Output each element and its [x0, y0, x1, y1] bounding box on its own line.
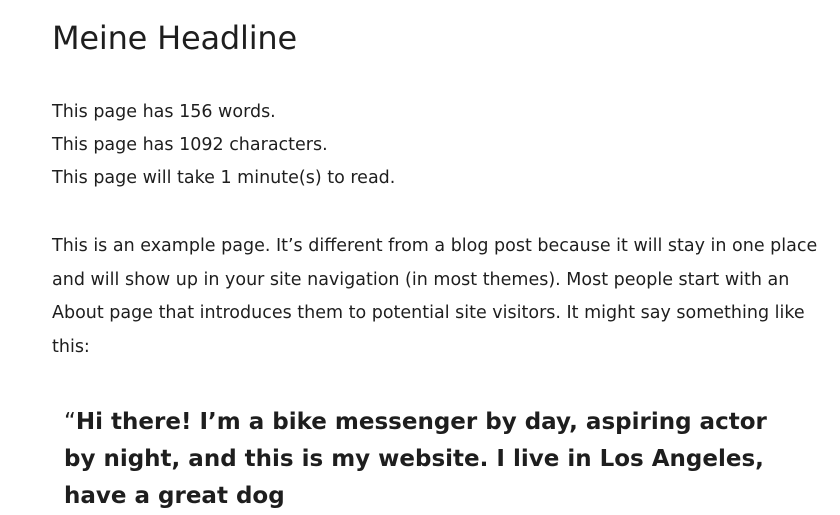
character-count: This page has 1092 characters.: [52, 135, 328, 155]
page-title: Meine Headline: [52, 19, 297, 57]
page-stats: This page has 156 words. This page has 1…: [52, 96, 395, 195]
reading-time: This page will take 1 minute(s) to read.: [52, 168, 396, 188]
pull-quote: “Hi there! I’m a bike messenger by day, …: [64, 404, 804, 515]
intro-paragraph: This is an example page. It’s different …: [52, 236, 818, 357]
word-count: This page has 156 words.: [52, 102, 276, 122]
quote-text: Hi there! I’m a bike messenger by day, a…: [64, 409, 767, 509]
quote-mark: “: [64, 409, 76, 435]
